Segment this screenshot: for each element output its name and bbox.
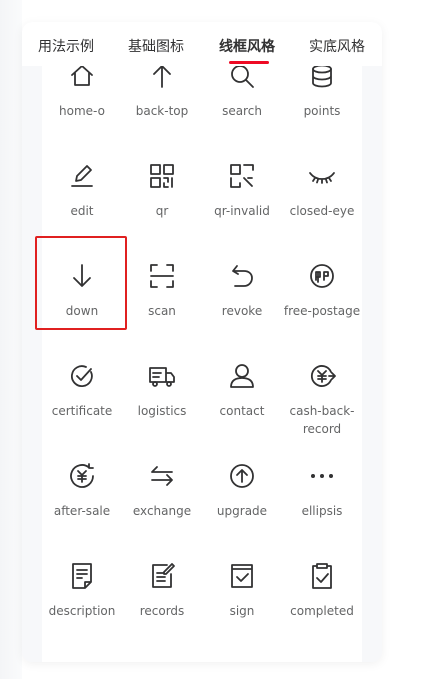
cash-back-record-icon xyxy=(307,361,337,391)
ellipsis-icon xyxy=(307,461,337,491)
icon-label: sign xyxy=(229,604,255,618)
icon-label: contact xyxy=(219,404,265,418)
icon-cell-revoke[interactable]: revoke xyxy=(202,244,282,344)
icon-cell-search[interactable]: search xyxy=(202,66,282,144)
icon-cell-cash-back-record[interactable]: cash-back-record xyxy=(282,344,362,444)
tab-usage[interactable]: 用法示例 xyxy=(38,36,94,56)
revoke-icon xyxy=(227,261,257,291)
icon-label: points xyxy=(303,104,341,118)
records-icon xyxy=(147,561,177,591)
icon-cell-home-o[interactable]: home-o xyxy=(42,66,122,144)
exchange-icon xyxy=(147,461,177,491)
icon-cell-edit[interactable]: edit xyxy=(42,144,122,244)
edit-icon xyxy=(67,161,97,191)
icon-cell-upgrade[interactable]: upgrade xyxy=(202,444,282,544)
icon-label: ellipsis xyxy=(301,504,343,518)
icon-label: certificate xyxy=(51,404,113,418)
qr-invalid-icon xyxy=(227,161,257,191)
icon-label: scan xyxy=(148,304,176,318)
tab-basic-icons[interactable]: 基础图标 xyxy=(128,36,184,56)
icon-label: search xyxy=(222,104,262,118)
back-top-icon xyxy=(147,66,177,91)
icon-label: back-top xyxy=(135,104,189,118)
icon-label: down xyxy=(65,304,99,318)
active-tab-indicator xyxy=(229,61,269,64)
icon-cell-ellipsis[interactable]: ellipsis xyxy=(282,444,362,544)
icon-label: description xyxy=(48,604,116,618)
points-icon xyxy=(307,66,337,91)
icon-label: qr-invalid xyxy=(214,204,270,218)
tab-bar: 用法示例 基础图标 线框风格 实底风格 xyxy=(22,22,382,66)
icon-cell-description[interactable]: description xyxy=(42,544,122,644)
after-sale-icon xyxy=(67,461,97,491)
qr-icon xyxy=(147,161,177,191)
icon-label: records xyxy=(139,604,185,618)
icon-grid: home-o back-top search points edit qr qr-inval… xyxy=(42,66,362,662)
icon-label: edit xyxy=(70,204,94,218)
certificate-icon xyxy=(67,361,97,391)
icon-cell-sign[interactable]: sign xyxy=(202,544,282,644)
icon-label: cash-back-record xyxy=(289,404,355,436)
icon-cell-certificate[interactable]: certificate xyxy=(42,344,122,444)
down-icon xyxy=(67,261,97,291)
icon-cell-completed[interactable]: completed xyxy=(282,544,362,644)
description-icon xyxy=(67,561,97,591)
sign-icon xyxy=(227,561,257,591)
icon-cell-free-postage[interactable]: free-postage xyxy=(282,244,362,344)
home-icon xyxy=(67,66,97,91)
icon-cell-records[interactable]: records xyxy=(122,544,202,644)
icon-cell-points[interactable]: points xyxy=(282,66,362,144)
upgrade-icon xyxy=(227,461,257,491)
left-shade xyxy=(0,0,22,679)
icon-cell-exchange[interactable]: exchange xyxy=(122,444,202,544)
icon-label: closed-eye xyxy=(289,204,355,218)
closed-eye-icon xyxy=(307,161,337,191)
icon-cell-closed-eye[interactable]: closed-eye xyxy=(282,144,362,244)
icon-cell-qr[interactable]: qr xyxy=(122,144,202,244)
logistics-icon xyxy=(147,361,177,391)
page: 用法示例 基础图标 线框风格 实底风格 home-o back-top search… xyxy=(0,0,441,679)
icon-label: qr xyxy=(155,204,169,218)
demo-card: 用法示例 基础图标 线框风格 实底风格 home-o back-top search… xyxy=(22,22,382,662)
tab-outline-style[interactable]: 线框风格 xyxy=(219,36,275,56)
icon-label: revoke xyxy=(221,304,263,318)
tab-filled-style[interactable]: 实底风格 xyxy=(309,36,365,56)
completed-icon xyxy=(307,561,337,591)
icon-label: after-sale xyxy=(53,504,111,518)
icon-cell-contact[interactable]: contact xyxy=(202,344,282,444)
icon-label: completed xyxy=(290,604,354,618)
icon-label: upgrade xyxy=(216,504,268,518)
icon-cell-back-top[interactable]: back-top xyxy=(122,66,202,144)
icon-cell-scan[interactable]: scan xyxy=(122,244,202,344)
icon-cell-qr-invalid[interactable]: qr-invalid xyxy=(202,144,282,244)
search-icon xyxy=(227,66,257,91)
icon-label: home-o xyxy=(59,104,105,118)
contact-icon xyxy=(227,361,257,391)
free-postage-icon xyxy=(307,261,337,291)
scan-icon xyxy=(147,261,177,291)
icon-cell-after-sale[interactable]: after-sale xyxy=(42,444,122,544)
icon-label: logistics xyxy=(137,404,187,418)
icon-label: exchange xyxy=(132,504,192,518)
icon-cell-down[interactable]: down xyxy=(42,244,122,344)
icon-cell-logistics[interactable]: logistics xyxy=(122,344,202,444)
icon-label: free-postage xyxy=(283,304,361,318)
